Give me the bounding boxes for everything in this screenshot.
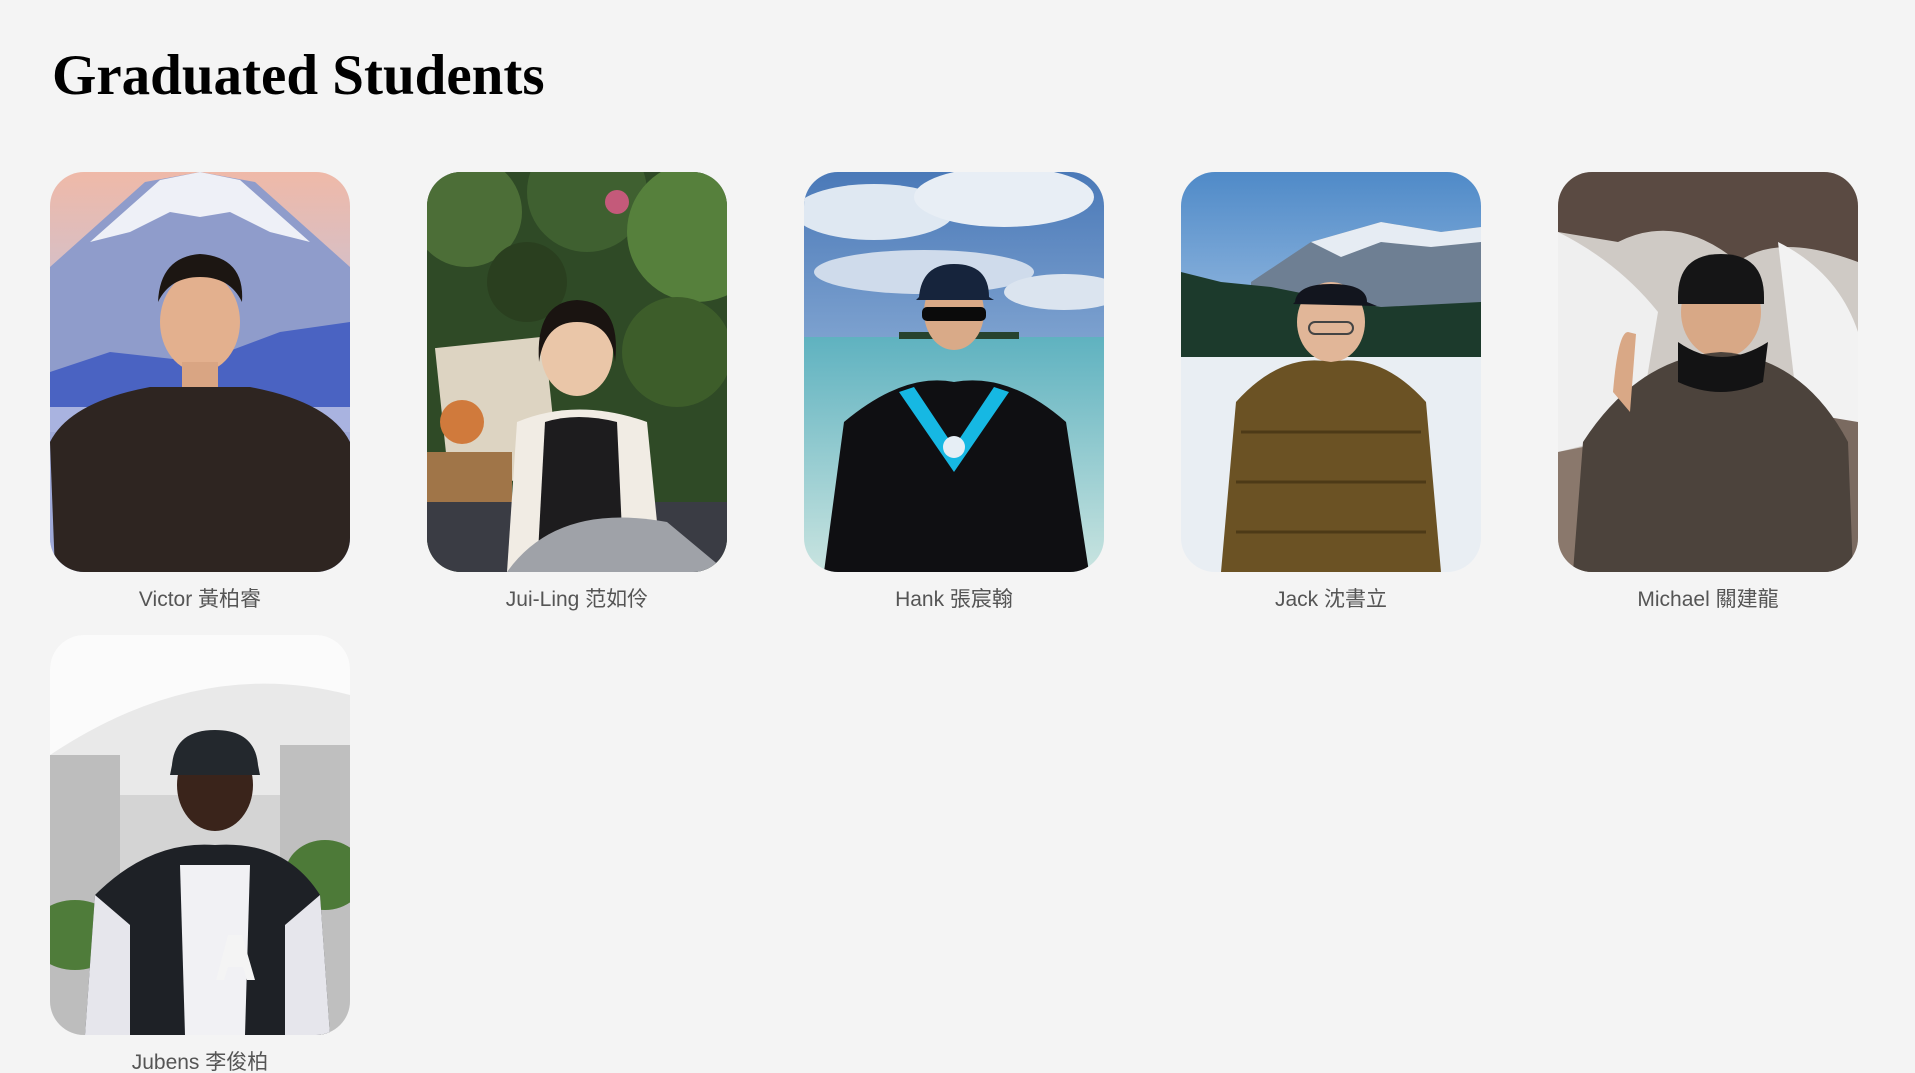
student-photo [1181, 172, 1481, 572]
student-card: Victor 黃柏睿 [50, 172, 350, 612]
student-card: Michael 關建龍 [1558, 172, 1858, 612]
student-photo [1558, 172, 1858, 572]
student-name: Jui-Ling 范如伶 [505, 588, 649, 611]
student-grid: Victor 黃柏睿 Jui-Ling 范如伶 Hank 張宸翰 Jack 沈書… [50, 172, 1858, 1073]
student-photo [427, 172, 727, 572]
student-name: Hank 張宸翰 [895, 588, 1013, 611]
student-card: Jubens 李俊柏 [50, 635, 350, 1073]
page-title: Graduated Students [52, 44, 545, 107]
student-photo [804, 172, 1104, 572]
student-photo [50, 172, 350, 572]
student-name: Michael 關建龍 [1637, 588, 1779, 611]
student-name: Jubens 李俊柏 [131, 1051, 269, 1073]
student-name: Jack 沈書立 [1274, 588, 1387, 611]
student-card: Hank 張宸翰 [804, 172, 1104, 612]
student-name: Victor 黃柏睿 [138, 588, 262, 611]
student-card: Jui-Ling 范如伶 [427, 172, 727, 612]
student-photo [50, 635, 350, 1035]
student-card: Jack 沈書立 [1181, 172, 1481, 612]
